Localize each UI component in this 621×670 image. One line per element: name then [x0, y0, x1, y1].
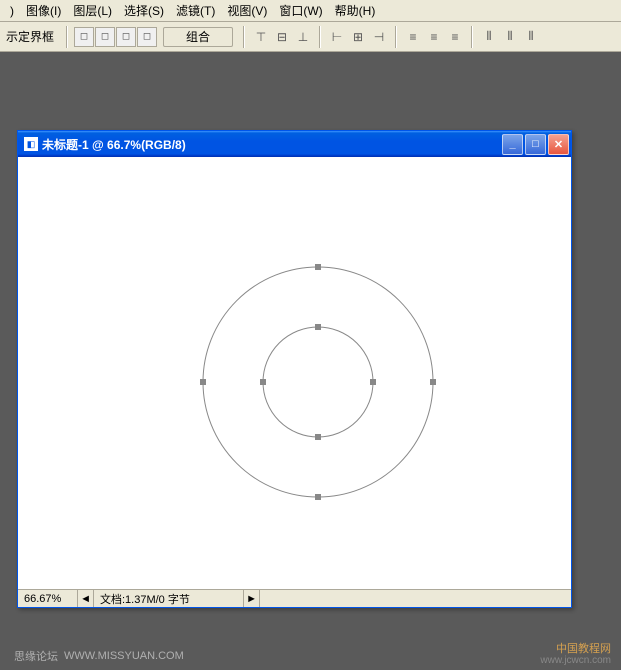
options-bar: 示定界框 ◻ ◻ ◻ ◻ 组合 ⊤ ⊟ ⊥ ⊢ ⊞ ⊣ ≡ ≡ ≡ ⦀ ⦀ ⦀	[0, 22, 621, 52]
align-group-2: ⊢ ⊞ ⊣	[327, 27, 389, 47]
watermark-right: 中国教程网 www.jcwcn.com	[540, 643, 611, 666]
zoom-level[interactable]: 66.67%	[18, 590, 78, 607]
separator	[66, 26, 68, 48]
maximize-button[interactable]: □	[525, 134, 546, 155]
align-left-icon[interactable]: ⊢	[327, 27, 347, 47]
dist-hcenter-icon[interactable]: ⦀	[500, 27, 520, 47]
titlebar[interactable]: ◧ 未标题-1 @ 66.7%(RGB/8) _ □ ✕	[18, 131, 571, 157]
nav-right-button[interactable]: ►	[244, 590, 260, 607]
statusbar: 66.67% ◄ 文档:1.37M/0 字节 ►	[18, 589, 571, 607]
menu-window[interactable]: 窗口(W)	[273, 0, 328, 21]
align-vcenter-icon[interactable]: ⊟	[272, 27, 292, 47]
window-controls: _ □ ✕	[502, 134, 569, 155]
menu-prefix: )	[4, 2, 20, 20]
close-button[interactable]: ✕	[548, 134, 569, 155]
watermark-url-left: WWW.MISSYUAN.COM	[64, 650, 184, 662]
separator	[395, 26, 397, 48]
watermark-forum: 思缘论坛	[14, 648, 58, 664]
menu-image[interactable]: 图像(I)	[20, 0, 67, 21]
align-right-icon[interactable]: ⊣	[369, 27, 389, 47]
canvas[interactable]	[18, 157, 571, 589]
dist-vcenter-icon[interactable]: ≡	[424, 27, 444, 47]
distribute-group-1: ≡ ≡ ≡	[403, 27, 465, 47]
document-icon: ◧	[24, 137, 38, 151]
menu-help[interactable]: 帮助(H)	[329, 0, 382, 21]
pathop-exclude-icon[interactable]: ◻	[137, 27, 157, 47]
dist-left-icon[interactable]: ⦀	[479, 27, 499, 47]
dist-bottom-icon[interactable]: ≡	[445, 27, 465, 47]
align-top-icon[interactable]: ⊤	[251, 27, 271, 47]
document-window: ◧ 未标题-1 @ 66.7%(RGB/8) _ □ ✕ 66.67% ◄ 文档…	[17, 130, 572, 608]
pathop-intersect-icon[interactable]: ◻	[116, 27, 136, 47]
dist-right-icon[interactable]: ⦀	[521, 27, 541, 47]
menu-filter[interactable]: 滤镜(T)	[170, 0, 221, 21]
doc-size-info: 文档:1.37M/0 字节	[94, 590, 244, 607]
pathop-group: ◻ ◻ ◻ ◻	[74, 27, 157, 47]
distribute-group-2: ⦀ ⦀ ⦀	[479, 27, 541, 47]
watermark-url-right: www.jcwcn.com	[540, 655, 611, 666]
menu-view[interactable]: 视图(V)	[221, 0, 273, 21]
nav-left-button[interactable]: ◄	[78, 590, 94, 607]
document-title: 未标题-1 @ 66.7%(RGB/8)	[42, 136, 502, 153]
menu-select[interactable]: 选择(S)	[118, 0, 170, 21]
minimize-button[interactable]: _	[502, 134, 523, 155]
dist-top-icon[interactable]: ≡	[403, 27, 423, 47]
align-bottom-icon[interactable]: ⊥	[293, 27, 313, 47]
watermark-left: 思缘论坛 WWW.MISSYUAN.COM	[14, 648, 184, 664]
separator	[243, 26, 245, 48]
shape-path[interactable]	[18, 157, 571, 589]
align-group-1: ⊤ ⊟ ⊥	[251, 27, 313, 47]
pathop-subtract-icon[interactable]: ◻	[95, 27, 115, 47]
menu-bar: ) 图像(I) 图层(L) 选择(S) 滤镜(T) 视图(V) 窗口(W) 帮助…	[0, 0, 621, 22]
align-hcenter-icon[interactable]: ⊞	[348, 27, 368, 47]
pathop-union-icon[interactable]: ◻	[74, 27, 94, 47]
menu-layer[interactable]: 图层(L)	[67, 0, 118, 21]
separator	[471, 26, 473, 48]
separator	[319, 26, 321, 48]
combine-button[interactable]: 组合	[163, 27, 233, 47]
watermark-site: 中国教程网	[540, 643, 611, 655]
show-bbox-label: 示定界框	[4, 28, 60, 45]
